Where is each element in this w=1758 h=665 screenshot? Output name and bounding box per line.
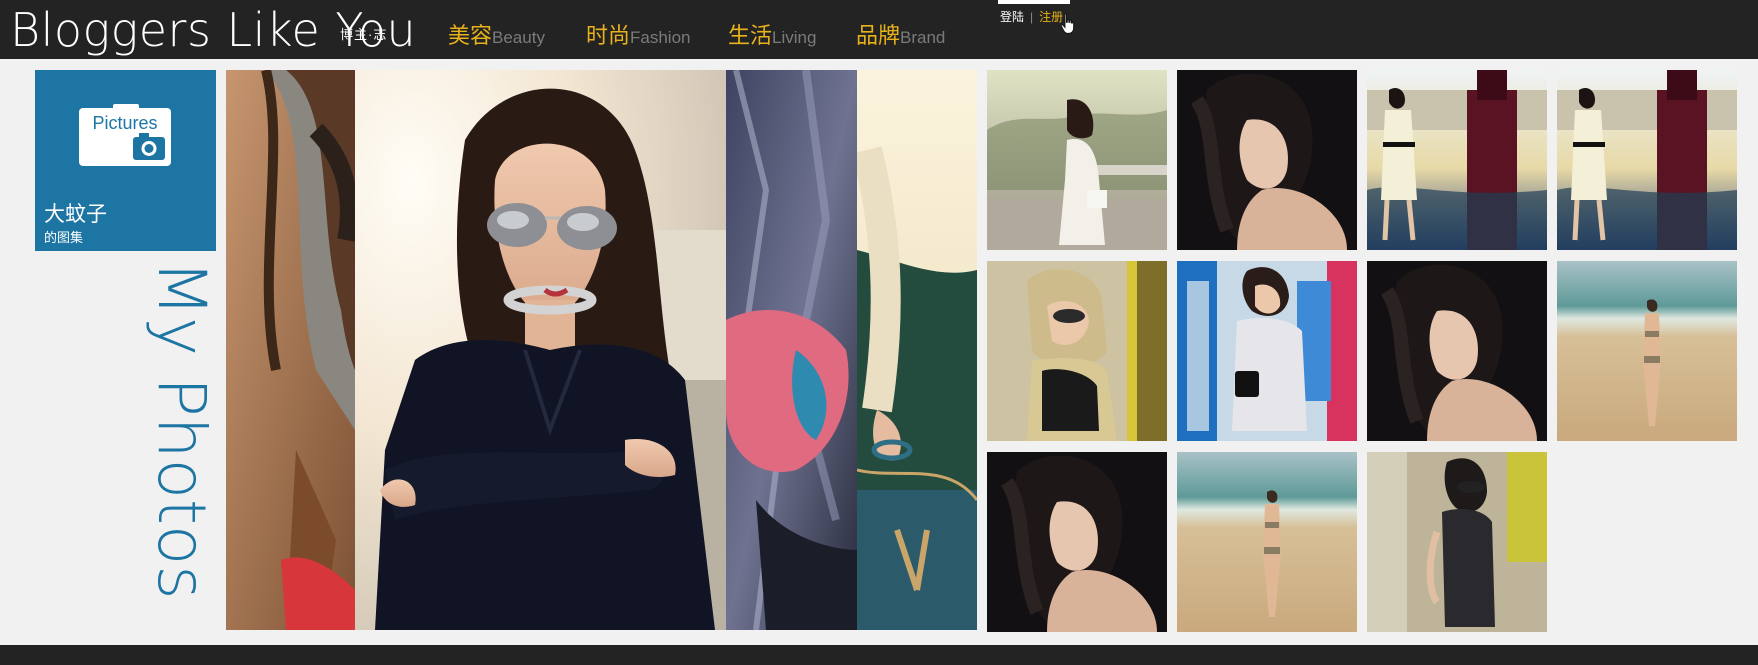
hero-photo-main-portrait[interactable] [355, 70, 726, 630]
nav-item-beauty-en: Beauty [492, 28, 545, 47]
nav-item-brand[interactable]: 品牌Brand [856, 18, 945, 50]
gallery-thumb[interactable] [987, 70, 1167, 250]
svg-text:Pictures: Pictures [92, 113, 157, 133]
nav-item-living-en: Living [772, 28, 817, 47]
gallery-thumb[interactable] [1177, 70, 1357, 250]
gallery-thumb[interactable] [1557, 261, 1737, 441]
my-photos-title: My Photos [143, 260, 220, 600]
nav-item-fashion[interactable]: 时尚Fashion [586, 18, 691, 50]
album-tile[interactable]: Pictures 大蚊子 的图集 [35, 70, 216, 251]
nav-item-beauty[interactable]: 美容Beauty [448, 18, 545, 50]
nav-item-beauty-cn: 美容 [448, 23, 493, 48]
gallery-thumb[interactable] [1367, 261, 1547, 441]
auth-highlight-bar [998, 0, 1070, 4]
top-header: Bloggers Like You 博主·志 美容Beauty 时尚Fashio… [0, 0, 1758, 59]
hero-collage[interactable] [226, 70, 977, 630]
login-link[interactable]: 登陆 [1000, 10, 1024, 24]
nav-item-fashion-cn: 时尚 [586, 23, 631, 48]
nav-item-fashion-en: Fashion [630, 28, 691, 47]
gallery-thumb[interactable] [987, 452, 1167, 632]
album-subtitle: 的图集 [44, 230, 84, 245]
nav-item-living-cn: 生活 [728, 23, 773, 48]
gallery-thumb[interactable] [1557, 70, 1737, 250]
gallery-thumb[interactable] [1367, 70, 1547, 250]
site-logo-subtitle: 博主·志 [340, 27, 388, 42]
footer-bar [0, 645, 1758, 665]
gallery-thumb[interactable] [1367, 452, 1547, 632]
hand-cursor-icon [1060, 13, 1075, 34]
gallery-thumb[interactable] [1177, 261, 1357, 441]
gallery-thumb[interactable] [1177, 452, 1357, 632]
hero-photo-handbag[interactable] [857, 70, 977, 630]
hero-photo-leather-jacket[interactable] [226, 70, 355, 630]
nav-item-brand-en: Brand [900, 28, 946, 47]
auth-separator: | [1030, 10, 1034, 24]
pictures-icon-label: Pictures [92, 113, 157, 133]
album-owner-name: 大蚊子 [44, 203, 107, 226]
nav-item-brand-cn: 品牌 [856, 23, 901, 48]
hero-photo-fur-detail[interactable] [726, 70, 857, 630]
gallery-thumb[interactable] [987, 261, 1167, 441]
auth-links: 登陆 | 注册 [1000, 8, 1063, 25]
nav-item-living[interactable]: 生活Living [728, 18, 816, 50]
